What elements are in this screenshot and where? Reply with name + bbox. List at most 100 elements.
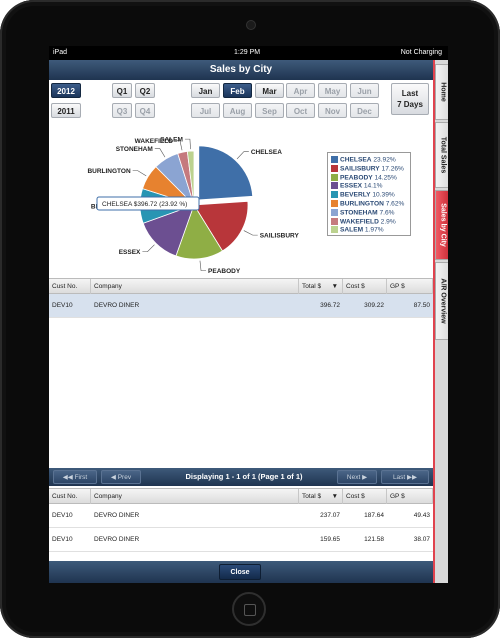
month-oct-button[interactable]: Oct xyxy=(286,103,315,118)
header-company[interactable]: Company xyxy=(91,489,299,504)
legend-swatch xyxy=(331,226,338,234)
legend-item[interactable]: CHELSEA 23.92% xyxy=(331,156,396,165)
prev-page-button[interactable]: ◀ Prev xyxy=(101,470,141,484)
header-gp[interactable]: GP $ xyxy=(387,279,433,294)
pie-leader-line xyxy=(243,230,258,236)
sales-by-city-pie-chart[interactable]: CHELSEASAILISBURYPEABODYESSEXBEVERLYBURL… xyxy=(49,120,329,280)
last-7-days-line2: 7 Days xyxy=(397,100,423,109)
legend-name: BURLINGTON xyxy=(340,200,384,208)
tab-ar-overview-label: A/R Overview xyxy=(439,278,446,324)
legend-item[interactable]: BEVERLY 10.39% xyxy=(331,191,395,200)
last-7-days-button[interactable]: Last 7 Days xyxy=(391,83,429,115)
next-page-button[interactable]: Next ▶ xyxy=(337,470,377,484)
pie-slice-chelsea[interactable] xyxy=(198,145,254,201)
month-jul-button[interactable]: Jul xyxy=(191,103,220,118)
legend-item[interactable]: WAKEFIELD 2.9% xyxy=(331,217,396,227)
header-total[interactable]: Total $ ▼ xyxy=(299,489,343,504)
legend-item[interactable]: STONEHAM 7.6% xyxy=(331,208,395,218)
month-sep-button[interactable]: Sep xyxy=(255,103,284,118)
legend-value: 10.39% xyxy=(372,191,395,199)
pie-leader-line xyxy=(236,151,249,160)
month-nov-button[interactable]: Nov xyxy=(318,103,347,118)
screen: iPad 1:29 PM Not Charging Sales by City … xyxy=(49,46,448,583)
home-button[interactable] xyxy=(232,592,266,626)
tab-total-sales[interactable]: Total Sales xyxy=(435,122,448,188)
cell-cust-no: DEV10 xyxy=(52,512,73,519)
legend-value: 7.62% xyxy=(385,200,405,208)
table-row[interactable]: DEV10 DEVRO DINER 237.07 187.64 49.43 xyxy=(49,504,433,528)
month-feb-button[interactable]: Feb xyxy=(223,83,252,98)
cell-gp: 87.50 xyxy=(413,302,430,309)
month-may-button[interactable]: May xyxy=(318,83,347,98)
legend-name: WAKEFIELD xyxy=(340,217,379,225)
tab-home-label: Home xyxy=(439,82,446,102)
legend-name: PEABODY xyxy=(340,173,373,181)
header-company[interactable]: Company xyxy=(91,279,299,294)
pie-label-burlington: BURLINGTON xyxy=(87,168,131,175)
legend-value: 2.9% xyxy=(380,217,396,225)
header-total[interactable]: Total $ ▼ xyxy=(299,279,343,294)
legend-name: STONEHAM xyxy=(340,209,378,217)
month-aug-button[interactable]: Aug xyxy=(223,103,252,118)
year-2011-button[interactable]: 2011 xyxy=(51,103,81,118)
table-row[interactable]: DEV10 DEVRO DINER 396.72 309.22 87.50 xyxy=(49,294,433,318)
legend-value: 17.26% xyxy=(381,165,404,173)
cell-company: DEVRO DINER xyxy=(94,512,140,519)
legend-swatch xyxy=(331,191,338,199)
pager: ◀◀ First ◀ Prev Displaying 1 - 1 of 1 (P… xyxy=(49,468,433,486)
device-name: iPad xyxy=(53,49,68,56)
month-dec-button[interactable]: Dec xyxy=(350,103,379,118)
pie-leader-line xyxy=(142,244,155,253)
year-2012-button[interactable]: 2012 xyxy=(51,83,81,98)
pie-leader-line xyxy=(184,138,191,150)
home-square-icon xyxy=(244,604,256,616)
bottom-table: Cust No. Company Total $ ▼ Cost $ GP $ D… xyxy=(49,488,433,558)
top-table: Cust No. Company Total $ ▼ Cost $ GP $ D… xyxy=(49,278,433,322)
cell-cost: 121.58 xyxy=(364,536,384,543)
tab-home[interactable]: Home xyxy=(435,64,448,120)
bottom-table-header: Cust No. Company Total $ ▼ Cost $ GP $ xyxy=(49,488,433,504)
legend-name: CHELSEA xyxy=(340,156,372,164)
legend-item[interactable]: PEABODY 14.25% xyxy=(331,173,397,183)
last-label: Last xyxy=(392,474,406,481)
next-icon: ▶ xyxy=(362,474,368,481)
first-page-button[interactable]: ◀◀ First xyxy=(53,470,97,484)
legend-item[interactable]: SALEM 1.97% xyxy=(331,226,384,235)
pie-label-stoneham: STONEHAM xyxy=(116,146,153,153)
tab-total-sales-label: Total Sales xyxy=(439,136,446,174)
header-total-label: Total $ xyxy=(302,493,322,500)
legend-item[interactable]: ESSEX 14.1% xyxy=(331,182,383,191)
close-button[interactable]: Close xyxy=(219,564,261,580)
pie-label-essex: ESSEX xyxy=(119,249,141,256)
table-row[interactable]: DEV10 DEVRO DINER 159.65 121.58 38.07 xyxy=(49,528,433,552)
legend-value: 7.6% xyxy=(379,209,395,217)
header-cost[interactable]: Cost $ xyxy=(343,489,387,504)
month-mar-button[interactable]: Mar xyxy=(255,83,284,98)
q3-button[interactable]: Q3 xyxy=(112,103,132,118)
q2-button[interactable]: Q2 xyxy=(135,83,155,98)
legend-swatch xyxy=(331,182,338,190)
last-page-button[interactable]: Last ▶▶ xyxy=(381,470,429,484)
legend-value: 14.25% xyxy=(374,173,397,181)
header-gp[interactable]: GP $ xyxy=(387,489,433,504)
tab-sales-by-city[interactable]: Sales by City xyxy=(435,190,448,260)
header-cust-no[interactable]: Cust No. xyxy=(49,279,91,294)
month-apr-button[interactable]: Apr xyxy=(286,83,315,98)
tab-sales-by-city-label: Sales by City xyxy=(439,203,446,247)
header-cost[interactable]: Cost $ xyxy=(343,279,387,294)
header-cust-no[interactable]: Cust No. xyxy=(49,489,91,504)
pie-label-peabody: PEABODY xyxy=(208,268,241,275)
cell-cust-no: DEV10 xyxy=(52,536,73,543)
q4-button[interactable]: Q4 xyxy=(135,103,155,118)
legend-name: SAILISBURY xyxy=(340,165,380,173)
legend-item[interactable]: BURLINGTON 7.62% xyxy=(331,200,404,209)
cell-gp: 49.43 xyxy=(413,512,430,519)
month-jan-button[interactable]: Jan xyxy=(191,83,220,98)
first-icon: ◀◀ xyxy=(62,474,73,481)
legend-item[interactable]: SAILISBURY 17.26% xyxy=(331,164,404,174)
month-jun-button[interactable]: Jun xyxy=(350,83,379,98)
status-bar: iPad 1:29 PM Not Charging xyxy=(49,46,448,60)
cell-total: 237.07 xyxy=(320,512,340,519)
q1-button[interactable]: Q1 xyxy=(112,83,132,98)
tab-ar-overview[interactable]: A/R Overview xyxy=(435,262,448,340)
